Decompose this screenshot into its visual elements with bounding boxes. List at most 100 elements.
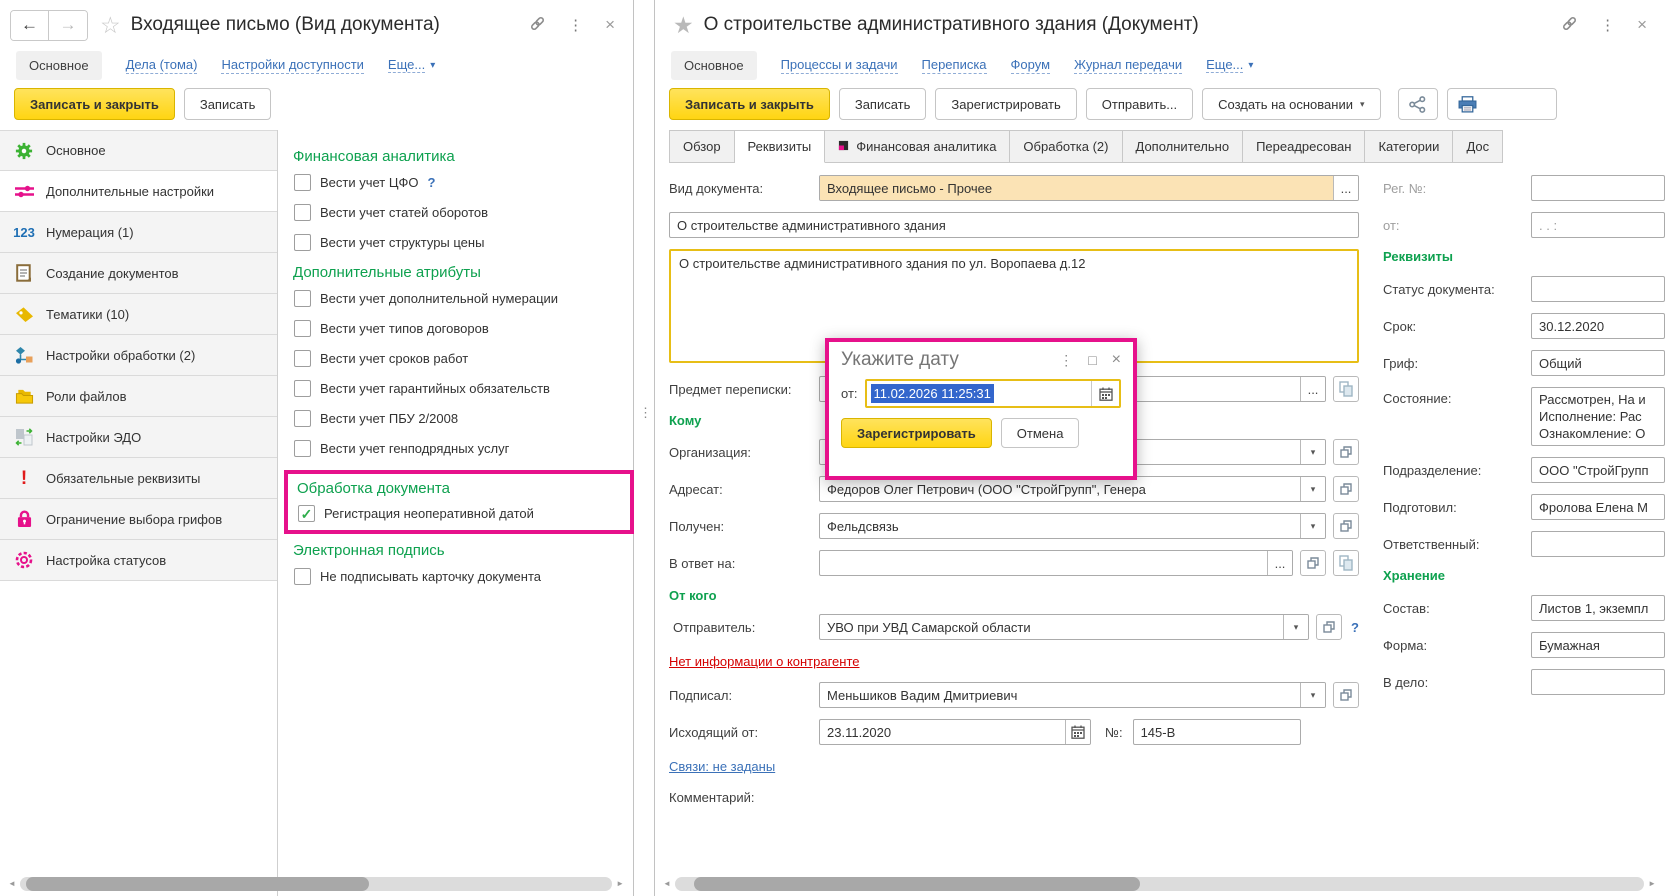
scroll-right-icon[interactable]: ► <box>616 879 624 888</box>
open-button[interactable] <box>1333 439 1359 465</box>
open-button[interactable] <box>1333 513 1359 539</box>
no-counterparty-link[interactable]: Нет информации о контрагенте <box>669 654 860 669</box>
checkbox[interactable] <box>294 174 311 191</box>
nav-cases[interactable]: Дела (тома) <box>126 57 198 74</box>
checkbox[interactable] <box>294 204 311 221</box>
reply-to-value[interactable] <box>820 551 1267 575</box>
dropdown-icon[interactable]: ▾ <box>1300 477 1325 501</box>
ellipsis-button[interactable]: ... <box>1300 377 1325 401</box>
cancel-button[interactable]: Отмена <box>1001 418 1080 448</box>
checkbox-row[interactable]: Вести учет ПБУ 2/2008 <box>294 410 629 427</box>
create-based-on-button[interactable]: Создать на основании▾ <box>1202 88 1380 120</box>
sidebar-item-numbering[interactable]: 123 Нумерация (1) <box>0 212 277 253</box>
doc-type-field[interactable]: Входящее письмо - Прочее ... <box>819 175 1359 201</box>
checkbox-row[interactable]: Вести учет гарантийных обязательств <box>294 380 629 397</box>
scroll-right-icon[interactable]: ► <box>1648 879 1656 888</box>
outgoing-date-field[interactable]: 23.11.2020 <box>819 719 1091 745</box>
composition-field[interactable]: Листов 1, экземпл <box>1531 595 1665 621</box>
horizontal-scrollbar[interactable]: ◄ ► <box>8 876 624 891</box>
copy-button[interactable] <box>1333 550 1359 576</box>
maximize-icon[interactable]: □ <box>1088 352 1096 368</box>
horizontal-scrollbar[interactable]: ◄ ► <box>663 876 1656 891</box>
more-menu-icon[interactable]: ⋮ <box>1059 352 1073 369</box>
checkbox-row[interactable]: ✓ Регистрация неоперативной датой <box>298 505 622 522</box>
department-field[interactable]: ООО "СтройГрупп <box>1531 457 1665 483</box>
save-button[interactable]: Записать <box>839 88 927 120</box>
signed-by-value[interactable]: Меньшиков Вадим Дмитриевич <box>820 683 1300 707</box>
checkbox[interactable] <box>294 440 311 457</box>
signed-by-field[interactable]: Меньшиков Вадим Дмитриевич ▾ <box>819 682 1326 708</box>
number-field[interactable]: 145-В <box>1133 719 1301 745</box>
nav-main[interactable]: Основное <box>671 51 757 80</box>
favorite-star-icon[interactable]: ★ <box>673 12 694 39</box>
dropdown-icon[interactable]: ▾ <box>1300 514 1325 538</box>
checkbox-row[interactable]: Вести учет структуры цены <box>294 234 629 251</box>
dropdown-icon[interactable]: ▾ <box>1300 440 1325 464</box>
help-icon[interactable]: ? <box>427 175 435 190</box>
favorite-star-icon[interactable]: ☆ <box>100 12 121 39</box>
tab-categories[interactable]: Категории <box>1365 130 1453 163</box>
open-button[interactable] <box>1300 550 1326 576</box>
open-button[interactable] <box>1333 476 1359 502</box>
received-field[interactable]: Фельдсвязь ▾ <box>819 513 1326 539</box>
responsible-field[interactable] <box>1531 531 1665 557</box>
dropdown-icon[interactable]: ▾ <box>1283 615 1308 639</box>
checkbox[interactable] <box>294 350 311 367</box>
more-menu-icon[interactable]: ⋮ <box>1600 16 1615 34</box>
close-icon[interactable]: × <box>605 15 615 35</box>
reply-to-field[interactable]: ... <box>819 550 1293 576</box>
checkbox-checked[interactable]: ✓ <box>298 505 315 522</box>
number-value[interactable]: 145-В <box>1134 720 1300 744</box>
ellipsis-button[interactable]: ... <box>1333 176 1358 200</box>
sidebar-item-grif-restriction[interactable]: Ограничение выбора грифов <box>0 499 277 540</box>
checkbox-row[interactable]: Вести учет сроков работ <box>294 350 629 367</box>
nav-access-settings[interactable]: Настройки доступности <box>221 57 363 74</box>
save-button[interactable]: Записать <box>184 88 272 120</box>
more-menu-icon[interactable]: ⋮ <box>568 16 583 34</box>
sidebar-item-additional-settings[interactable]: Дополнительные настройки <box>0 171 277 212</box>
date-value-selected[interactable]: 11.02.2026 11:25:31 <box>871 384 994 403</box>
checkbox[interactable] <box>294 410 311 427</box>
tab-forwarded[interactable]: Переадресован <box>1243 130 1365 163</box>
checkbox[interactable] <box>294 234 311 251</box>
open-button[interactable] <box>1316 614 1342 640</box>
nav-main[interactable]: Основное <box>16 51 102 80</box>
nav-more[interactable]: Еще...▾ <box>1206 57 1253 73</box>
reg-number-field[interactable] <box>1531 175 1665 201</box>
sidebar-item-edo-settings[interactable]: Настройки ЭДО <box>0 417 277 458</box>
status-field[interactable] <box>1531 276 1665 302</box>
sender-field[interactable]: УВО при УВД Самарской области ▾ <box>819 614 1309 640</box>
outgoing-date-value[interactable]: 23.11.2020 <box>820 720 1065 744</box>
case-field[interactable] <box>1531 669 1665 695</box>
addressee-value[interactable]: Федоров Олег Петрович (ООО "СтройГрупп",… <box>820 477 1300 501</box>
tab-requisites[interactable]: Реквизиты <box>735 130 826 163</box>
sidebar-item-main[interactable]: Основное <box>0 130 277 171</box>
scroll-left-icon[interactable]: ◄ <box>8 879 16 888</box>
back-button[interactable]: ← <box>11 11 49 40</box>
tab-access[interactable]: Дос <box>1453 130 1503 163</box>
checkbox[interactable] <box>294 380 311 397</box>
sidebar-item-document-creation[interactable]: Создание документов <box>0 253 277 294</box>
close-icon[interactable]: × <box>1637 15 1647 35</box>
nav-processes[interactable]: Процессы и задачи <box>781 57 898 74</box>
dropdown-icon[interactable]: ▾ <box>1300 683 1325 707</box>
link-icon[interactable] <box>529 15 546 35</box>
state-field[interactable]: Рассмотрен, На и Исполнение: Рас Ознаком… <box>1531 387 1665 446</box>
reg-date-field[interactable]: . . : <box>1531 212 1665 238</box>
checkbox-row[interactable]: Не подписывать карточку документа <box>294 568 629 585</box>
sender-value[interactable]: УВО при УВД Самарской области <box>820 615 1283 639</box>
scrollbar-thumb[interactable] <box>26 877 369 891</box>
checkbox[interactable] <box>294 320 311 337</box>
save-and-close-button[interactable]: Записать и закрыть <box>14 88 175 120</box>
copy-button[interactable] <box>1333 376 1359 402</box>
sidebar-item-status-settings[interactable]: Настройка статусов <box>0 540 277 581</box>
calendar-icon[interactable] <box>1091 381 1119 406</box>
help-icon[interactable]: ? <box>1351 620 1359 635</box>
forward-button[interactable]: → <box>49 11 87 40</box>
checkbox[interactable] <box>294 568 311 585</box>
save-and-close-button[interactable]: Записать и закрыть <box>669 88 830 120</box>
link-icon[interactable] <box>1561 15 1578 35</box>
nav-forum[interactable]: Форум <box>1011 57 1051 74</box>
nav-correspondence[interactable]: Переписка <box>922 57 987 74</box>
open-button[interactable] <box>1333 682 1359 708</box>
